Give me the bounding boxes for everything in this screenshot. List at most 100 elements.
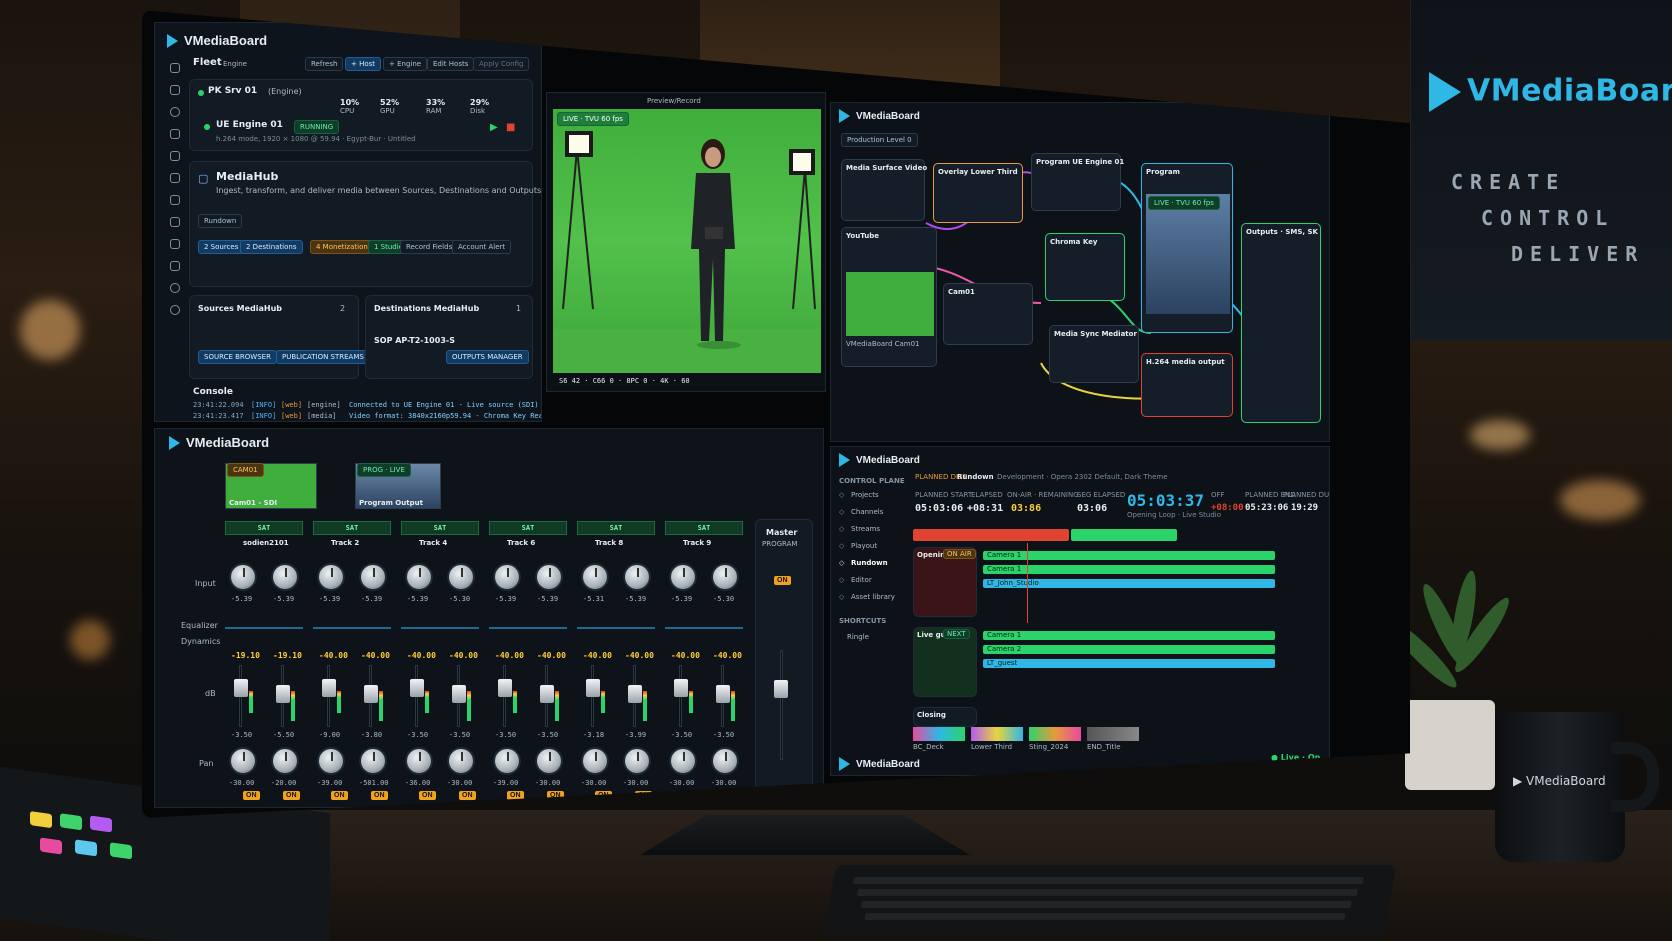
nodes-icon[interactable] [170,151,180,161]
tab-rundown[interactable]: Rundown [957,473,994,481]
input-knob[interactable] [317,563,345,591]
input-knob[interactable] [447,563,475,591]
master-fader[interactable] [774,680,788,698]
node-program[interactable]: Program LIVE · TVU 60 fps [1141,163,1233,333]
destinations-card[interactable]: Destinations MediaHub 1 SOP AP-T2-1003-S… [365,295,533,379]
pan-knob[interactable] [493,747,521,775]
input-knob[interactable] [623,563,651,591]
node-chroma-key[interactable]: Chroma Key [1045,233,1125,301]
nav-item-streams[interactable]: Streams [851,525,880,533]
shortcut-item[interactable]: Ringle [847,633,869,641]
stop-icon[interactable]: ■ [506,122,515,133]
fader[interactable] [234,679,248,697]
pan-knob[interactable] [271,747,299,775]
node-youtube[interactable]: YouTube VMediaBoard Cam01 [841,227,937,367]
pan-knob[interactable] [669,747,697,775]
fader[interactable] [716,685,730,703]
circle-icon[interactable] [170,107,180,117]
fader[interactable] [674,679,688,697]
bin-thumbnail[interactable] [971,727,1023,741]
input-knob[interactable] [581,563,609,591]
pan-knob[interactable] [581,747,609,775]
channel-on-button[interactable]: ON [683,791,700,800]
tag-icon[interactable] [170,173,180,183]
input-knob[interactable] [493,563,521,591]
node-h264-output[interactable]: H.264 media output [1141,353,1233,417]
channel-on-button[interactable]: ON [331,791,348,800]
channel-on-button[interactable]: ON [635,791,652,800]
nav-item-playout[interactable]: Playout [851,542,877,550]
nav-item-editor[interactable]: Editor [851,576,872,584]
fader[interactable] [322,679,336,697]
nav-icon[interactable]: ◇ [839,525,844,533]
input-knob[interactable] [711,563,739,591]
input-knob[interactable] [271,563,299,591]
fader[interactable] [364,685,378,703]
pan-knob[interactable] [535,747,563,775]
sources-card[interactable]: Sources MediaHub 2 SOURCE BROWSER PUBLIC… [189,295,370,379]
clock-icon[interactable] [170,305,180,315]
master-on-button[interactable]: ON [774,576,791,585]
grid-icon[interactable] [170,85,180,95]
input-knob[interactable] [535,563,563,591]
channel-on-button[interactable]: ON [419,791,436,800]
node-media-sync[interactable]: Media Sync Mediator [1049,325,1139,383]
fader[interactable] [410,679,424,697]
source-browser-button[interactable]: SOURCE BROWSER [198,350,277,364]
pan-knob[interactable] [317,747,345,775]
nav-icon[interactable]: ◇ [839,508,844,516]
pan-knob[interactable] [405,747,433,775]
live-video[interactable] [553,109,821,373]
host-card[interactable]: PK Srv 01 (Engine) 10% CPU 52% GPU 33% R… [189,79,533,151]
pan-knob[interactable] [229,747,257,775]
sources-chip[interactable]: 2 Sources [198,240,245,254]
outputs-manager-button[interactable]: OUTPUTS MANAGER [446,350,529,364]
add-engine-button[interactable]: + Engine [383,57,428,71]
playhead[interactable] [1027,543,1028,623]
channel-on-button[interactable]: ON [547,791,564,800]
publication-streams-button[interactable]: PUBLICATION STREAMS [276,350,370,364]
pan-knob[interactable] [623,747,651,775]
input-knob[interactable] [359,563,387,591]
node-cam01[interactable]: Cam01 [943,283,1033,345]
search-icon[interactable] [170,129,180,139]
terminal-icon[interactable] [170,239,180,249]
broadcast-icon[interactable] [170,283,180,293]
pan-knob[interactable] [359,747,387,775]
account-alert-chip[interactable]: Account Alert [452,240,512,254]
node-outputs[interactable]: Outputs · SMS, SK [1241,223,1321,423]
pan-knob[interactable] [711,747,739,775]
nav-icon[interactable]: ◇ [839,559,844,567]
input-knob[interactable] [669,563,697,591]
layers-icon[interactable] [170,195,180,205]
channel-on-button[interactable]: ON [459,791,476,800]
fader[interactable] [276,685,290,703]
refresh-button[interactable]: Refresh [305,57,344,71]
nav-item-channels[interactable]: Channels [851,508,883,516]
monitor-icon[interactable] [170,261,180,271]
edit-hosts-button[interactable]: Edit Hosts [427,57,475,71]
nav-item-rundown[interactable]: Rundown [851,559,888,567]
channel-on-button[interactable]: ON [283,791,300,800]
bin-thumbnail[interactable] [1029,727,1081,741]
track-clip[interactable] [983,645,1275,654]
node-media-surface[interactable]: Media Surface Video [841,159,927,221]
nav-icon[interactable]: ◇ [839,576,844,584]
pan-knob[interactable] [447,747,475,775]
share-icon[interactable] [170,217,180,227]
destinations-chip[interactable]: 2 Destinations [240,240,303,254]
channel-on-button[interactable]: ON [507,791,524,800]
play-icon[interactable]: ▶ [490,122,498,133]
nav-icon[interactable]: ◇ [839,542,844,550]
fader[interactable] [586,679,600,697]
node-program-engine[interactable]: Program UE Engine 01 [1031,153,1124,211]
channel-on-button[interactable]: ON [595,791,612,800]
home-icon[interactable] [170,63,180,73]
channel-on-button[interactable]: ON [723,791,740,800]
nav-item-asset-library[interactable]: Asset library [851,593,895,601]
nav-icon[interactable]: ◇ [839,491,844,499]
input-knob[interactable] [405,563,433,591]
input-knob[interactable] [229,563,257,591]
fader[interactable] [452,685,466,703]
nav-icon[interactable]: ◇ [839,593,844,601]
